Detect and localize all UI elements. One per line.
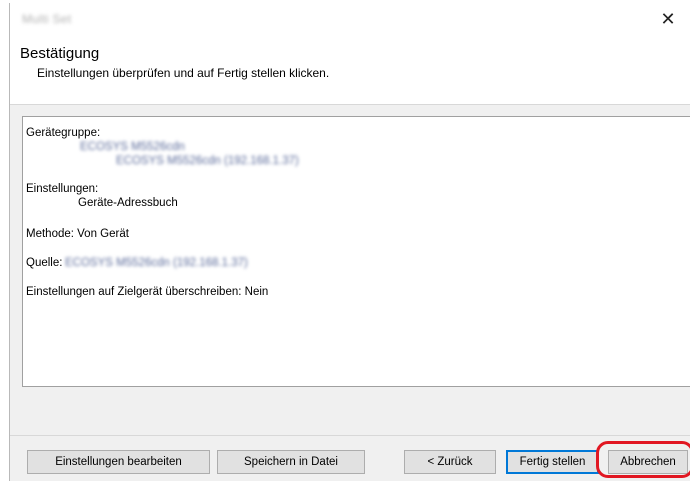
edit-settings-button[interactable]: Einstellungen bearbeiten — [27, 450, 210, 474]
title-bar: Multi Set ✕ — [10, 3, 690, 37]
summary-text-box[interactable]: Gerätegruppe: ECOSYS M5526cdn ECOSYS M55… — [22, 116, 690, 387]
multi-set-dialog: Multi Set ✕ Bestätigung Einstellungen üb… — [9, 3, 690, 481]
cancel-button[interactable]: Abbrechen — [608, 450, 688, 474]
overwrite-text: Einstellungen auf Zielgerät überschreibe… — [26, 286, 269, 298]
source-label: Quelle: — [26, 257, 63, 269]
page-title: Bestätigung — [20, 45, 100, 62]
source-value: ECOSYS M5526cdn (192.168.1.37) — [65, 257, 248, 269]
device-group-label: Gerätegruppe: — [26, 127, 101, 139]
settings-label: Einstellungen: — [26, 183, 99, 195]
back-button[interactable]: < Zurück — [404, 450, 496, 474]
wizard-header: Bestätigung Einstellungen überprüfen und… — [10, 37, 690, 105]
finish-button[interactable]: Fertig stellen — [506, 450, 599, 474]
device-group-device: ECOSYS M5526cdn (192.168.1.37) — [116, 155, 299, 167]
footer-divider — [10, 435, 690, 436]
save-to-file-button[interactable]: Speichern in Datei — [217, 450, 365, 474]
page-subtitle: Einstellungen überprüfen und auf Fertig … — [37, 66, 330, 80]
device-group-name: ECOSYS M5526cdn — [80, 141, 185, 153]
method-text: Methode: Von Gerät — [26, 228, 129, 240]
window-title: Multi Set — [22, 12, 72, 26]
settings-value: Geräte-Adressbuch — [78, 197, 178, 209]
close-icon[interactable]: ✕ — [656, 8, 680, 30]
